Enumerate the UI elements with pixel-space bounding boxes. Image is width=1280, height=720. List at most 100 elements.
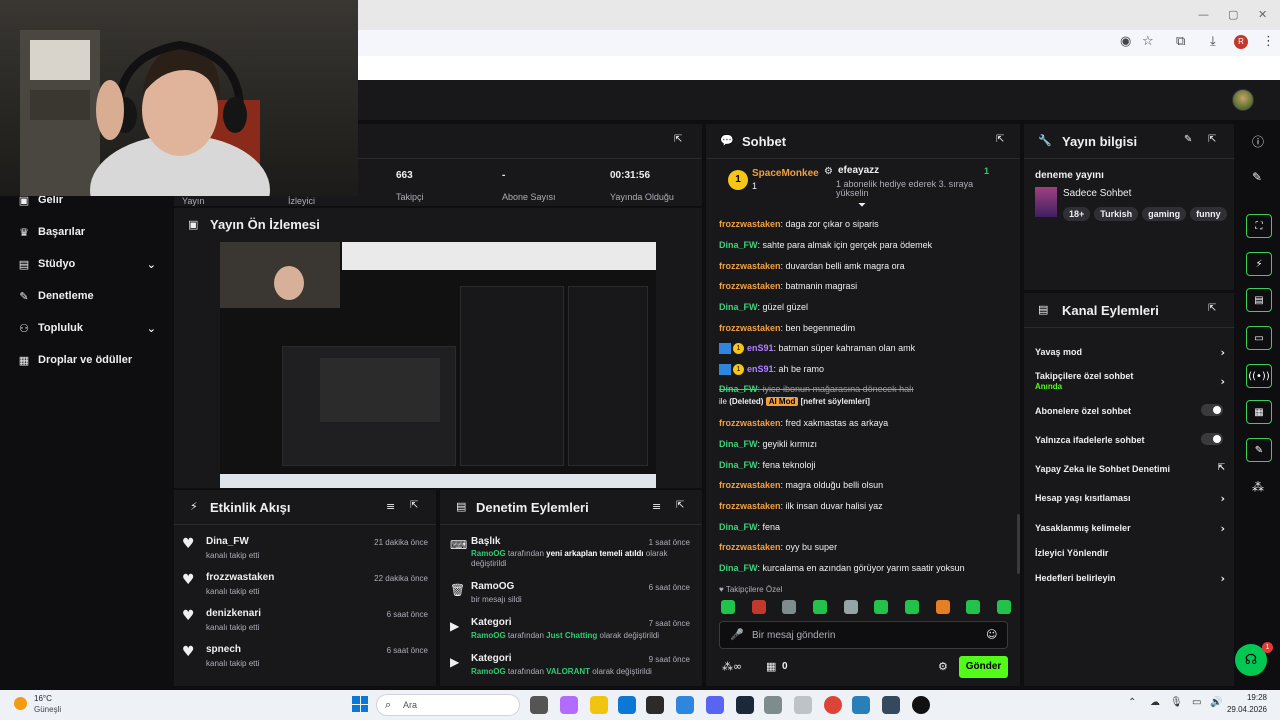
tray-chevron-icon[interactable]: ⌃ (1128, 697, 1136, 708)
send-button[interactable]: Gönder (959, 656, 1008, 678)
emote-button[interactable] (812, 600, 827, 614)
emoji-icon[interactable]: ☺ (986, 628, 997, 641)
extensions-icon[interactable]: ⧉ (1176, 34, 1185, 49)
dock-document-button[interactable]: ▤ (1246, 288, 1272, 312)
windows-start-icon[interactable] (352, 696, 368, 712)
popout-icon[interactable]: ⇱ (996, 134, 1004, 145)
tag[interactable]: gaming (1142, 207, 1187, 221)
clock-time[interactable]: 19:28 (1229, 693, 1267, 702)
kebab-menu-icon[interactable]: ⋮ (1262, 34, 1275, 49)
channel-action-raid[interactable]: İzleyici Yönlendir (1035, 548, 1225, 558)
nav-item-droplar[interactable]: ▦ Droplar ve ödüller (16, 350, 132, 370)
dock-actions-button[interactable]: ▦ (1246, 400, 1272, 424)
outlook-icon[interactable] (676, 696, 694, 714)
nav-item-basarilar[interactable]: ♛ Başarılar (16, 222, 85, 242)
edit-icon[interactable]: ✎ (1252, 170, 1262, 184)
tag[interactable]: 18+ (1063, 207, 1091, 221)
volume-icon[interactable]: 🔊 (1210, 697, 1222, 708)
channel-action-slow-mode[interactable]: Yavaş mod › (1035, 346, 1225, 359)
obs-icon[interactable] (912, 696, 930, 714)
maximize-icon[interactable]: ▢ (1228, 8, 1238, 21)
file-explorer-icon[interactable] (590, 696, 608, 714)
channel-action-account-age[interactable]: Hesap yaşı kısıtlaması › (1035, 492, 1225, 505)
chrome-icon[interactable] (824, 696, 842, 714)
popout-icon[interactable]: ⇱ (676, 500, 684, 511)
toggle-switch[interactable] (1201, 433, 1223, 445)
channel-actions-title: Kanal Eylemleri (1062, 303, 1159, 318)
taskbar-search[interactable]: ⌕ Ara (376, 694, 520, 716)
channel-action-followers-only[interactable]: Takipçilere özel sohbet Anında › (1035, 371, 1225, 393)
gifter-username: efeayazz (838, 165, 880, 176)
copilot-icon[interactable] (560, 696, 578, 714)
app-icon[interactable] (852, 696, 870, 714)
emote-button[interactable] (966, 600, 981, 614)
filter-icon[interactable]: ≡ (386, 500, 395, 513)
popout-icon[interactable]: ⇱ (674, 134, 682, 145)
nav-item-studyo[interactable]: ▤ Stüdyo ⌄ (16, 254, 156, 274)
profile-avatar[interactable]: R (1234, 35, 1248, 49)
tag[interactable]: Turkish (1094, 207, 1139, 221)
mic-icon[interactable]: 🎤 (730, 628, 744, 641)
emote-button[interactable] (843, 600, 858, 614)
channel-action-goals[interactable]: Hedefleri belirleyin › (1035, 572, 1225, 585)
edge-icon[interactable] (618, 696, 636, 714)
users-icon[interactable]: ⁂ (1252, 480, 1264, 494)
dock-wrench-button[interactable]: ✎ (1246, 438, 1272, 462)
emote-button[interactable] (782, 600, 797, 614)
channel-action-banned-words[interactable]: Yasaklanmış kelimeler › (1035, 522, 1225, 535)
app-icon[interactable] (882, 696, 900, 714)
edit-pencil-icon[interactable]: ✎ (1184, 134, 1192, 145)
chat-input[interactable]: 🎤 Bir mesaj gönderin ☺ (719, 621, 1008, 649)
emote-button[interactable] (904, 600, 919, 614)
dock-chat-button[interactable]: ▭ (1246, 326, 1272, 350)
settings-app-icon[interactable] (764, 696, 782, 714)
chat-scrollbar[interactable] (1017, 514, 1020, 574)
dock-broadcast-button[interactable]: ((•)) (1246, 364, 1272, 388)
filter-icon[interactable]: ≡ (652, 500, 661, 513)
dock-bolt-button[interactable]: ⚡ (1246, 252, 1272, 276)
user-avatar[interactable] (1232, 89, 1254, 111)
channel-action-emote-only[interactable]: Yalnızca ifadelerle sohbet (1035, 433, 1225, 445)
stream-preview-video[interactable] (220, 242, 656, 488)
popout-icon[interactable]: ⇱ (1208, 303, 1216, 314)
download-icon[interactable]: ⤓ (1210, 34, 1216, 49)
emote-button[interactable] (751, 600, 766, 614)
chat-message: frozzwastaken: magra olduğu belli olsun (719, 480, 884, 490)
tag[interactable]: funny (1190, 207, 1227, 221)
channel-action-subs-only[interactable]: Abonelere özel sohbet (1035, 404, 1225, 416)
emote-button[interactable] (996, 600, 1011, 614)
emote-button[interactable] (874, 600, 889, 614)
nav-item-topluluk[interactable]: ⚇ Topluluk ⌄ (16, 318, 156, 338)
settings-gear-icon[interactable]: ⚙ (938, 660, 948, 673)
heart-icon: ♥ (182, 608, 195, 624)
info-icon[interactable]: ⓘ (1252, 133, 1264, 150)
network-icon[interactable]: ▭ (1192, 697, 1201, 708)
channel-action-ai-moderation[interactable]: Yapay Zeka ile Sohbet Denetimi ⇱ (1035, 463, 1225, 474)
trophy-icon: ♛ (19, 225, 29, 239)
eye-icon[interactable]: ◉ (1120, 34, 1131, 49)
tray-icon[interactable]: ☁ (1150, 697, 1160, 708)
microphone-icon[interactable]: 🎙 (1170, 697, 1183, 708)
minimize-icon[interactable]: — (1198, 8, 1209, 21)
close-window-icon[interactable]: ✕ (1258, 8, 1267, 21)
dock-clip-button[interactable]: ⛶ (1246, 214, 1272, 238)
discord-icon[interactable] (706, 696, 724, 714)
subs-label: Abone Sayısı (502, 192, 556, 202)
task-view-icon[interactable] (530, 696, 548, 714)
notepad-icon[interactable] (794, 696, 812, 714)
popout-icon[interactable]: ⇱ (1208, 134, 1216, 145)
store-icon[interactable] (646, 696, 664, 714)
bookmark-star-icon[interactable]: ☆ (1142, 34, 1154, 49)
emote-button[interactable] (935, 600, 950, 614)
streaminfo-title: Yayın bilgisi (1062, 134, 1138, 149)
heart-icon: ♥ (182, 572, 195, 588)
infinity-icon[interactable]: ⁂∞ (722, 660, 742, 673)
steam-icon[interactable] (736, 696, 754, 714)
nav-item-denetleme[interactable]: ✎ Denetleme (16, 286, 93, 306)
toggle-switch[interactable] (1201, 404, 1223, 416)
chevron-right-icon: › (1220, 492, 1225, 505)
emote-button[interactable] (721, 600, 735, 614)
popout-icon[interactable]: ⇱ (410, 500, 418, 511)
collapse-icon[interactable]: ⏷ (858, 200, 866, 211)
clock-date[interactable]: 29.04.2026 (1225, 705, 1267, 714)
